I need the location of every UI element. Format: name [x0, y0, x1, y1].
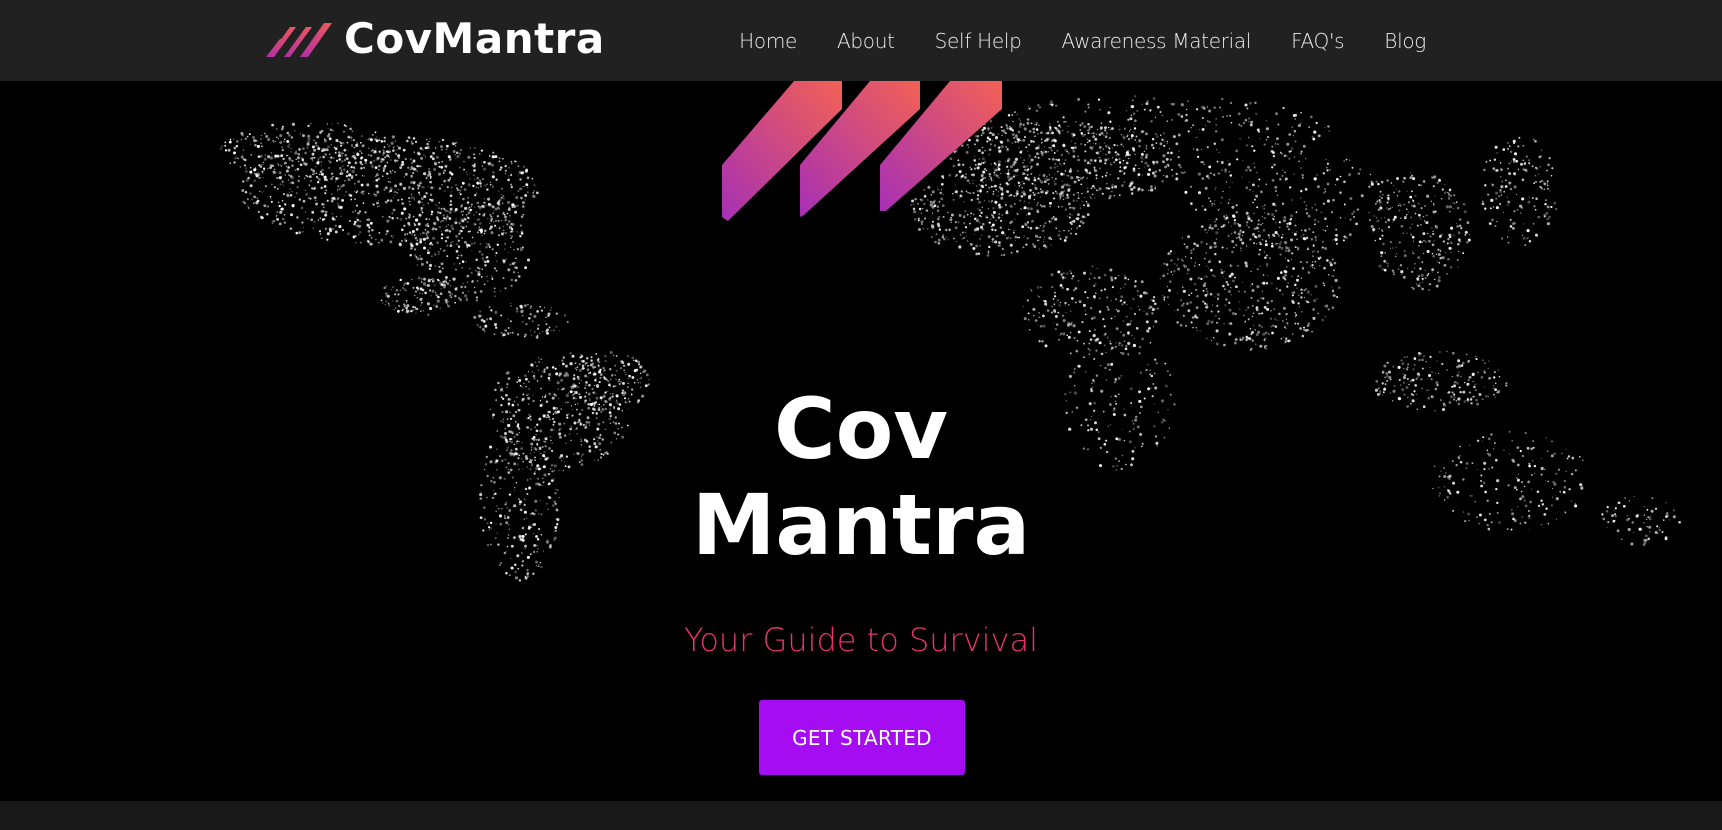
nav-menu: Home About Self Help Awareness Material …	[719, 0, 1446, 81]
page-bottom-strip	[0, 801, 1722, 830]
top-navbar: CovMantra Home About Self Help Awareness…	[0, 0, 1722, 81]
brand-name: CovMantra	[344, 14, 605, 63]
brand-logo-link[interactable]: CovMantra	[266, 11, 605, 66]
hero-subtitle: Your Guide to Survival	[684, 621, 1038, 659]
nav-link-blog[interactable]: Blog	[1364, 29, 1446, 53]
nav-link-home[interactable]: Home	[719, 29, 817, 53]
nav-link-self-help[interactable]: Self Help	[915, 29, 1042, 53]
nav-link-faqs[interactable]: FAQ's	[1271, 29, 1364, 53]
hero-stripes-logo-icon	[722, 81, 1002, 221]
nav-link-awareness-material[interactable]: Awareness Material	[1042, 29, 1272, 53]
three-stripes-logo-icon	[266, 22, 332, 57]
nav-link-about[interactable]: About	[817, 29, 915, 53]
hero-title-line1: Cov	[773, 380, 949, 478]
hero-section: Cov Mantra Your Guide to Survival GET ST…	[0, 81, 1722, 801]
get-started-button[interactable]: GET STARTED	[759, 700, 965, 775]
hero-title: Cov Mantra	[0, 381, 1722, 573]
hero-title-line2: Mantra	[691, 476, 1031, 574]
